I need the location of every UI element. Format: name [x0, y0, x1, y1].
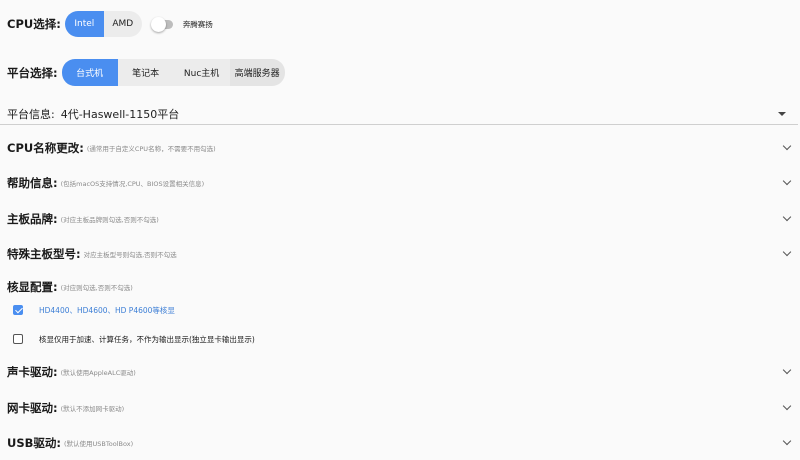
platform-selection-row: 平台选择: 台式机 笔记本 Nuc主机 高端服务器 — [0, 59, 800, 86]
cpu-selection-label: CPU选择: — [7, 17, 61, 31]
platform-selection-label: 平台选择: — [7, 65, 58, 80]
section-title: 主板品牌: — [7, 212, 58, 226]
chevron-down-icon — [782, 365, 792, 375]
cpu-option-intel[interactable]: Intel — [64, 11, 104, 37]
pentium-celeron-toggle[interactable] — [150, 16, 173, 32]
section-hint: (默认使用USBToolBox) — [64, 440, 134, 448]
toggle-knob — [150, 16, 166, 32]
audio-driver-section[interactable]: 声卡驱动: (默认使用AppleALC驱动) — [0, 362, 800, 382]
igpu-hd4600-checkbox[interactable] — [13, 305, 23, 315]
special-motherboard-section[interactable]: 特殊主板型号: 对应主板型号则勾选,否则不勾选 — [0, 244, 800, 264]
chevron-down-icon — [782, 401, 792, 411]
igpu-option-hd4600[interactable]: HD4400、HD4600、HD P4600等核显 — [0, 302, 800, 318]
igpu-config-label: 核显配置: — [7, 280, 58, 294]
chevron-down-icon — [782, 176, 792, 186]
igpu-compute-only-label: 核显仅用于加速、计算任务，不作为输出显示(独立显卡输出显示) — [39, 334, 255, 344]
igpu-option-compute-only[interactable]: 核显仅用于加速、计算任务，不作为输出显示(独立显卡输出显示) — [0, 331, 800, 347]
igpu-hd4600-label: HD4400、HD4600、HD P4600等核显 — [39, 305, 175, 315]
section-title: 帮助信息: — [7, 176, 58, 190]
network-driver-section[interactable]: 网卡驱动: (默认不添加网卡驱动) — [0, 398, 800, 418]
chevron-down-icon — [782, 436, 792, 446]
cpu-selection-row: CPU选择: Intel AMD 奔腾赛扬 — [0, 11, 800, 37]
section-hint: (对应主板品牌则勾选,否则不勾选) — [60, 216, 159, 224]
platform-option-nuc[interactable]: Nuc主机 — [173, 59, 230, 86]
cpu-segmented-control: Intel AMD — [64, 11, 142, 37]
section-title: 网卡驱动: — [7, 401, 58, 415]
section-hint: 对应主板型号则勾选,否则不勾选 — [83, 251, 177, 259]
cpu-name-change-section[interactable]: CPU名称更改: (通常用于自定义CPU名称，不需要不用勾选) — [0, 138, 800, 158]
usb-driver-section[interactable]: USB驱动: (默认使用USBToolBox) — [0, 433, 800, 453]
section-title: USB驱动: — [7, 436, 61, 450]
section-hint: (包括macOS支持情况,CPU、BIOS设置相关信息) — [60, 180, 205, 188]
platform-info-value: 4代-Haswell-1150平台 — [60, 108, 180, 121]
help-info-section[interactable]: 帮助信息: (包括macOS支持情况,CPU、BIOS设置相关信息) — [0, 173, 800, 193]
platform-option-desktop[interactable]: 台式机 — [61, 59, 118, 86]
section-title: CPU名称更改: — [7, 141, 84, 155]
igpu-config-header: 核显配置: (对应则勾选,否则不勾选) — [0, 277, 800, 297]
chevron-down-icon — [782, 247, 792, 257]
section-title: 声卡驱动: — [7, 365, 58, 379]
chevron-down-icon — [782, 212, 792, 222]
platform-option-server[interactable]: 高端服务器 — [229, 59, 285, 86]
igpu-config-hint: (对应则勾选,否则不勾选) — [60, 284, 133, 292]
platform-segmented-control: 台式机 笔记本 Nuc主机 高端服务器 — [61, 59, 285, 86]
cpu-option-amd[interactable]: AMD — [103, 11, 142, 37]
section-hint: (默认使用AppleALC驱动) — [60, 369, 136, 377]
platform-info-select[interactable]: 平台信息: 4代-Haswell-1150平台 — [0, 104, 798, 125]
section-hint: (默认不添加网卡驱动) — [60, 405, 125, 413]
section-title: 特殊主板型号: — [7, 247, 81, 261]
platform-info-label: 平台信息: — [7, 108, 55, 121]
pentium-celeron-label: 奔腾赛扬 — [182, 19, 213, 29]
platform-option-laptop[interactable]: 笔记本 — [117, 59, 174, 86]
igpu-compute-only-checkbox[interactable] — [13, 334, 23, 344]
chevron-down-icon — [782, 141, 792, 151]
dropdown-arrow-icon — [778, 112, 786, 116]
motherboard-brand-section[interactable]: 主板品牌: (对应主板品牌则勾选,否则不勾选) — [0, 209, 800, 229]
section-hint: (通常用于自定义CPU名称，不需要不用勾选) — [86, 145, 216, 153]
